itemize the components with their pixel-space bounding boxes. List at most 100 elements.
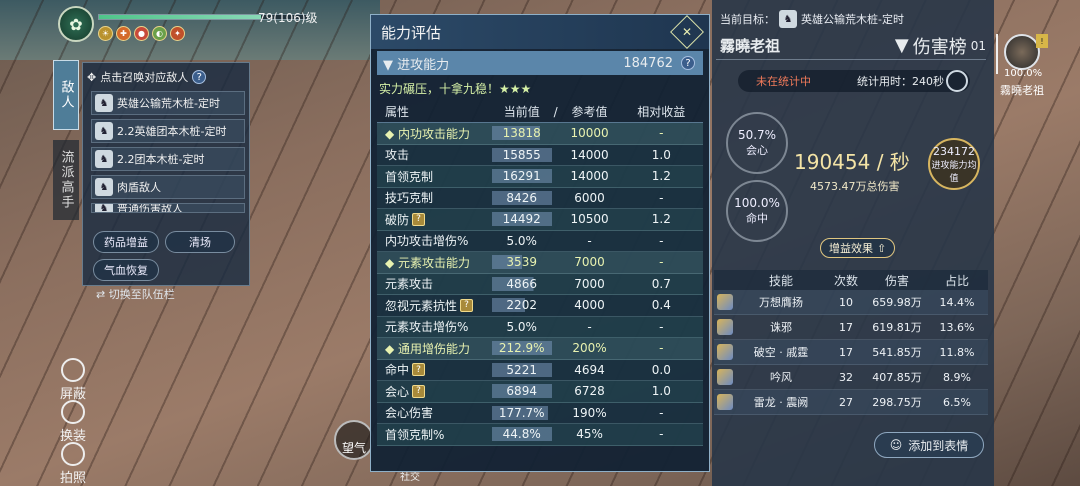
help-icon[interactable]: ? — [460, 298, 474, 312]
enemy-list: ♞ 英雄公输荒木桩-定时 ♞ 2.2英雄团本木桩-定时 ♞ 2.2团本木桩-定时 ♞ 肉盾敌人… — [87, 91, 245, 213]
header-count: 次数 — [833, 273, 858, 288]
table-row: 破防? 14492 10500 1.2 — [377, 209, 703, 231]
panel-button[interactable]: 气血恢复 — [93, 259, 159, 281]
left-action-button[interactable]: 拍照 — [58, 442, 88, 486]
reference-value: 7000 — [574, 255, 605, 270]
left-action-button[interactable]: 换装 — [58, 400, 88, 444]
help-icon[interactable]: ? — [412, 363, 426, 377]
summon-icon: ✥ — [87, 70, 97, 84]
skill-icon-cell — [714, 319, 736, 335]
attr-name: 技巧克制 — [385, 191, 434, 206]
skill-row: 吟风 32 407.85万 8.9% — [714, 365, 988, 390]
reference-value: 14000 — [570, 169, 609, 184]
left-action-button[interactable]: 屏蔽 — [58, 358, 88, 402]
level-text: 79(106)级 — [258, 11, 318, 25]
enemy-item[interactable]: ♞ 2.2英雄团本木桩-定时 — [91, 119, 245, 143]
table-row: ◆ 元素攻击能力 3539 7000 - — [377, 252, 703, 274]
table-row: 元素攻击 4866 7000 0.7 — [377, 273, 703, 295]
current-value: 16291 — [491, 169, 552, 184]
help-icon[interactable]: ? — [412, 384, 426, 398]
attr-name-cell: 首领克制 — [377, 168, 492, 185]
dropdown-icon[interactable]: ▼ — [895, 35, 909, 56]
buff-icon[interactable]: ◐ — [152, 26, 167, 41]
current-value: 5221 — [491, 362, 552, 377]
switch-team-link[interactable]: ⇄ 切换至队伍栏 — [96, 286, 175, 302]
attr-name: 会心伤害 — [385, 406, 434, 421]
current-target: 当前目标： ♞ 英雄公输荒木桩-定时 — [720, 10, 904, 28]
action-icon — [61, 358, 85, 382]
enemy-item-label: 普通伤害敌人 — [117, 203, 183, 213]
tab-school-master[interactable]: 流派高手 — [53, 140, 79, 220]
skill-count: 17 — [839, 345, 853, 359]
enemy-icon: ♞ — [95, 122, 113, 140]
stat-status-line: 未在统计中 统计用时：240秒 — [738, 70, 970, 92]
skill-damage: 659.98万 — [872, 296, 922, 309]
close-button[interactable]: ✕ — [670, 15, 704, 49]
school-emblem-icon[interactable]: ✿ — [58, 6, 94, 42]
attr-name-cell: ◆ 元素攻击能力 — [377, 254, 492, 271]
current-value: 8426 — [491, 190, 552, 205]
relative-gain: 1.0 — [651, 384, 671, 399]
status-text: 未在统计中 — [756, 75, 811, 88]
help-icon[interactable]: ? — [192, 70, 207, 84]
buff-icon[interactable]: ☀ — [98, 26, 113, 41]
header-current: 当前值 — [503, 105, 540, 119]
tab-enemy[interactable]: 敌人 — [53, 60, 79, 130]
enemy-item[interactable]: ♞ 2.2团本木桩-定时 — [91, 147, 245, 171]
buff-icon[interactable]: ● — [134, 26, 149, 41]
attr-name: 会心 — [385, 384, 410, 399]
table-row: 内功攻击增伤% 5.0% - - — [377, 230, 703, 252]
attr-name-cell: 攻击 — [377, 146, 492, 163]
enemy-item[interactable]: ♞ 英雄公输荒木桩-定时 — [91, 91, 245, 115]
table-row: 命中? 5221 4694 0.0 — [377, 359, 703, 381]
attr-name: 破防 — [385, 212, 410, 227]
attr-name: ◆ 内功攻击能力 — [385, 126, 471, 141]
enemy-icon: ♞ — [95, 204, 113, 212]
skill-damage: 407.85万 — [872, 371, 922, 384]
reference-value: 10500 — [570, 212, 609, 227]
ranking-label[interactable]: 伤害榜 — [913, 33, 967, 59]
assessment-header: 能力评估 ✕ — [371, 15, 709, 49]
team-avatar[interactable] — [1004, 34, 1040, 70]
skill-name: 破空 · 戚霆 — [753, 346, 809, 359]
attack-help-icon[interactable]: ? — [681, 56, 695, 70]
buff-effects-label: 增益效果 — [829, 242, 873, 255]
avg-value: 234172 — [933, 144, 975, 158]
enemy-item[interactable]: ♞ 肉盾敌人 — [91, 175, 245, 199]
table-row: 会心伤害 177.7% 190% - — [377, 402, 703, 424]
help-icon[interactable]: ? — [412, 212, 426, 226]
skill-share: 11.8% — [939, 345, 975, 359]
action-label: 拍照 — [59, 471, 86, 486]
switch-team-label: 切换至队伍栏 — [108, 288, 175, 301]
attr-name: 攻击 — [385, 148, 410, 163]
attr-name: 首领克制% — [385, 427, 445, 442]
reference-value: 45% — [576, 427, 603, 442]
relative-gain: 0.4 — [651, 298, 671, 313]
avg-attack-ring: 234172 进攻能力均值 — [928, 138, 980, 190]
attr-name-cell: 破防? — [377, 211, 492, 228]
attribute-table: 属性 当前值 / 参考值 相对收益 ◆ 内功攻击能力 13818 10000 - 攻击 1… — [377, 101, 703, 446]
enemy-item[interactable]: ♞ 普通伤害敌人 — [91, 203, 245, 213]
buff-icon[interactable]: ✦ — [170, 26, 185, 41]
header-attr: 属性 — [385, 105, 410, 119]
panel-button[interactable]: 药品增益 — [93, 231, 159, 253]
attr-name: 首领克制 — [385, 169, 434, 184]
panel-button[interactable]: 清场 — [165, 231, 235, 253]
skill-row: 万想膺扬 10 659.98万 14.4% — [714, 290, 988, 315]
current-value: 2202 — [491, 298, 552, 313]
relative-gain: 1.2 — [651, 212, 671, 227]
header-slash: / — [553, 104, 558, 119]
header-damage: 伤害 — [884, 273, 909, 288]
relative-gain: - — [659, 341, 664, 356]
refresh-icon[interactable] — [946, 70, 968, 92]
skill-count: 10 — [839, 295, 853, 309]
action-icon — [61, 442, 85, 466]
buff-icon[interactable]: ✚ — [116, 26, 131, 41]
skill-name: 万想膺扬 — [759, 296, 803, 309]
buff-effects-button[interactable]: 增益效果 ⇧ — [820, 238, 896, 258]
skill-icon — [717, 369, 733, 385]
attack-ability-header[interactable]: ▼ 进攻能力 184762? — [377, 51, 703, 75]
add-to-table-button[interactable]: ☺ 添加到表情 — [874, 432, 984, 458]
reference-value: 14000 — [570, 147, 609, 162]
wangqi-button[interactable]: 望气 — [334, 420, 374, 460]
